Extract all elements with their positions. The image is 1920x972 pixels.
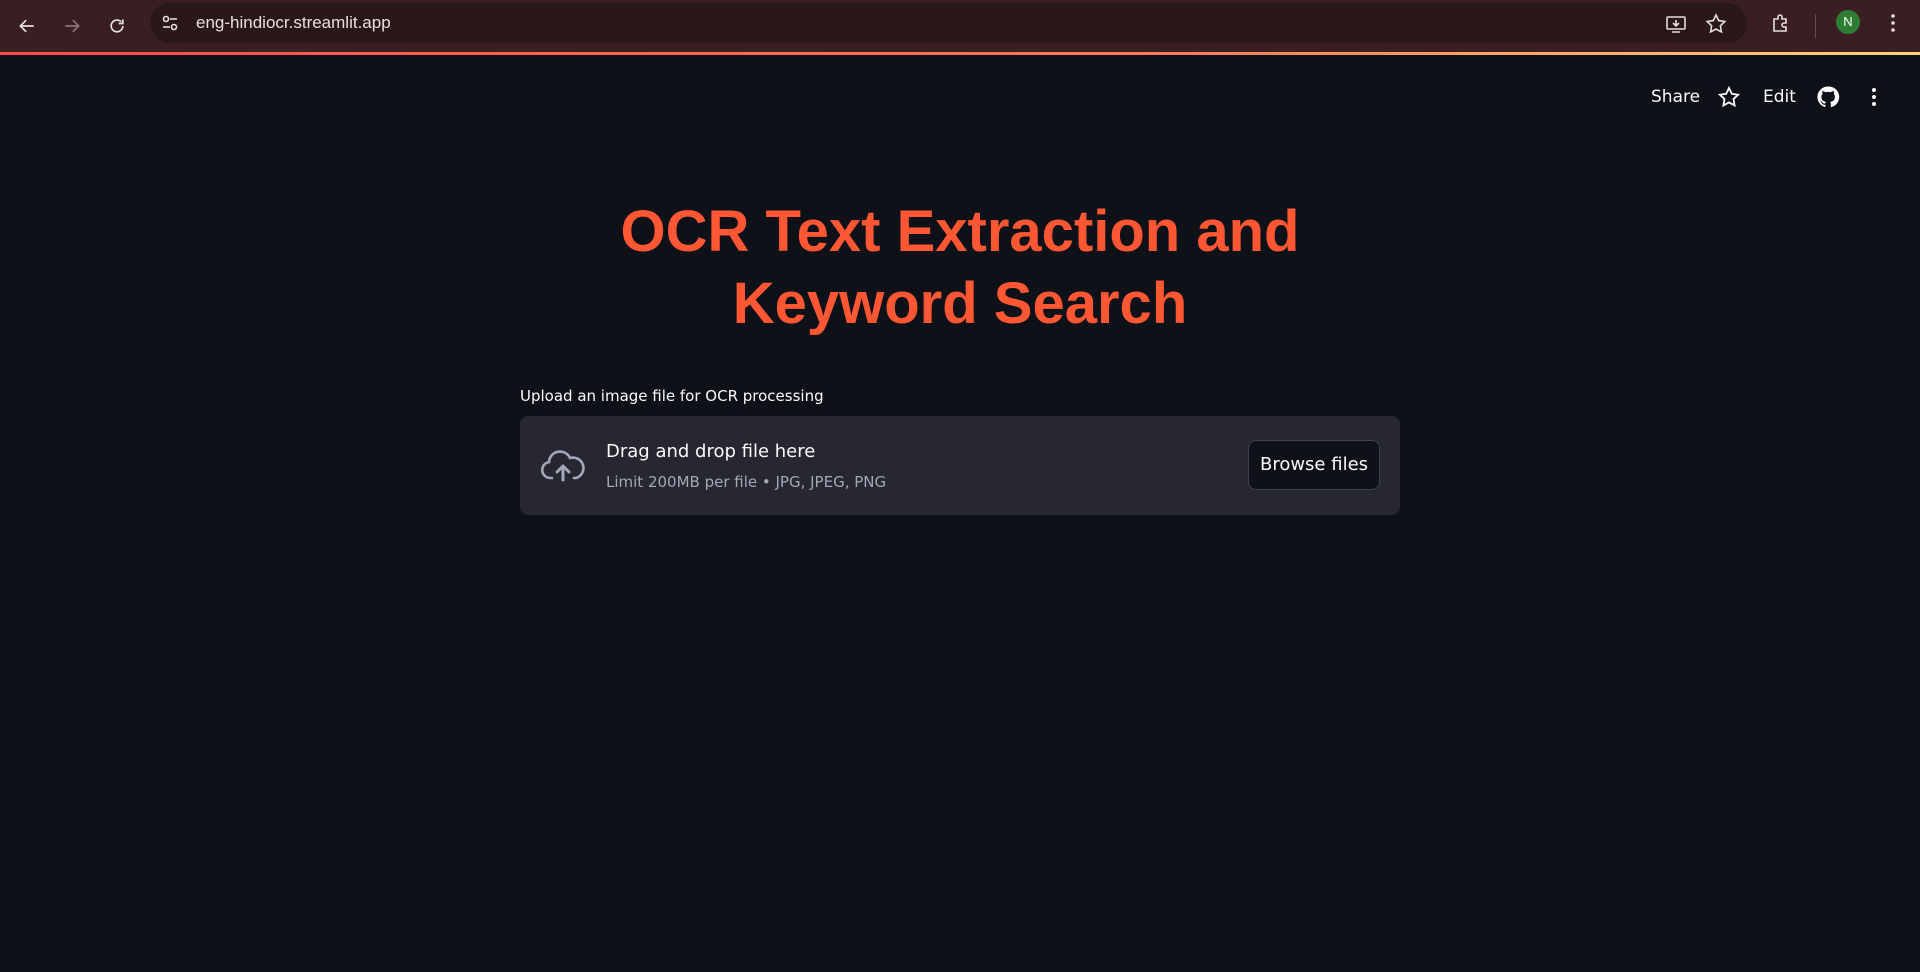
main-menu-icon[interactable] <box>1862 85 1886 109</box>
title-line-1: OCR Text Extraction and <box>620 199 1300 264</box>
page-title: OCR Text Extraction and Keyword Search <box>500 196 1420 340</box>
title-line-2: Keyword Search <box>732 271 1188 336</box>
forward-button[interactable] <box>55 9 89 43</box>
arrow-left-icon <box>19 19 34 33</box>
dropzone-subtitle: Limit 200MB per file • JPG, JPEG, PNG <box>606 473 887 491</box>
browse-files-button[interactable]: Browse files <box>1248 440 1380 490</box>
upload-label: Upload an image file for OCR processing <box>520 387 824 405</box>
reload-button[interactable] <box>100 9 134 43</box>
reload-icon <box>110 19 124 33</box>
browser-toolbar: eng-hindiocr.streamlit.app N <box>0 0 1920 52</box>
file-dropzone[interactable]: Drag and drop file here Limit 200MB per … <box>520 416 1400 515</box>
bookmark-star-icon[interactable] <box>1705 13 1727 35</box>
github-icon[interactable] <box>1816 85 1840 109</box>
site-settings-icon[interactable] <box>160 13 180 33</box>
star-icon[interactable] <box>1717 85 1741 109</box>
toolbar-divider <box>1815 14 1816 38</box>
dropzone-title: Drag and drop file here <box>606 441 816 462</box>
address-bar[interactable]: eng-hindiocr.streamlit.app <box>150 3 1747 43</box>
arrow-right-icon <box>65 19 80 33</box>
page-load-progress <box>0 52 1920 55</box>
back-button[interactable] <box>10 9 44 43</box>
share-button[interactable]: Share <box>1651 86 1700 108</box>
install-app-icon[interactable] <box>1665 13 1687 35</box>
extensions-icon[interactable] <box>1770 12 1792 34</box>
cloud-upload-icon <box>540 450 585 482</box>
edit-button[interactable]: Edit <box>1763 86 1796 108</box>
browser-menu-icon[interactable] <box>1882 12 1904 34</box>
url-text[interactable]: eng-hindiocr.streamlit.app <box>196 13 391 33</box>
profile-avatar[interactable]: N <box>1836 10 1860 34</box>
